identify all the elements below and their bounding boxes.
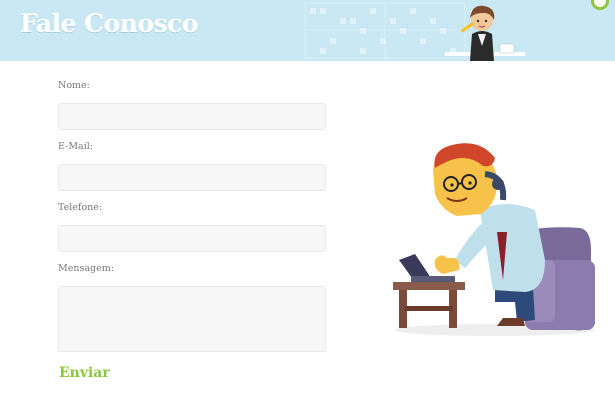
name-label: Nome: <box>58 80 90 91</box>
office-worker-icon <box>445 5 525 61</box>
phone-field[interactable] <box>58 225 326 252</box>
phone-label: Telefone: <box>58 202 103 213</box>
corner-badge-icon <box>591 0 609 10</box>
email-label: E-Mail: <box>58 141 93 152</box>
page-title: Fale Conosco <box>20 9 199 38</box>
message-field[interactable] <box>58 286 326 352</box>
header-banner: Fale Conosco <box>0 0 615 61</box>
email-field[interactable] <box>58 164 326 191</box>
message-label: Mensagem: <box>58 263 114 274</box>
name-field[interactable] <box>58 103 326 130</box>
submit-button[interactable]: Enviar <box>59 365 110 381</box>
man-at-laptop-icon <box>393 143 595 336</box>
